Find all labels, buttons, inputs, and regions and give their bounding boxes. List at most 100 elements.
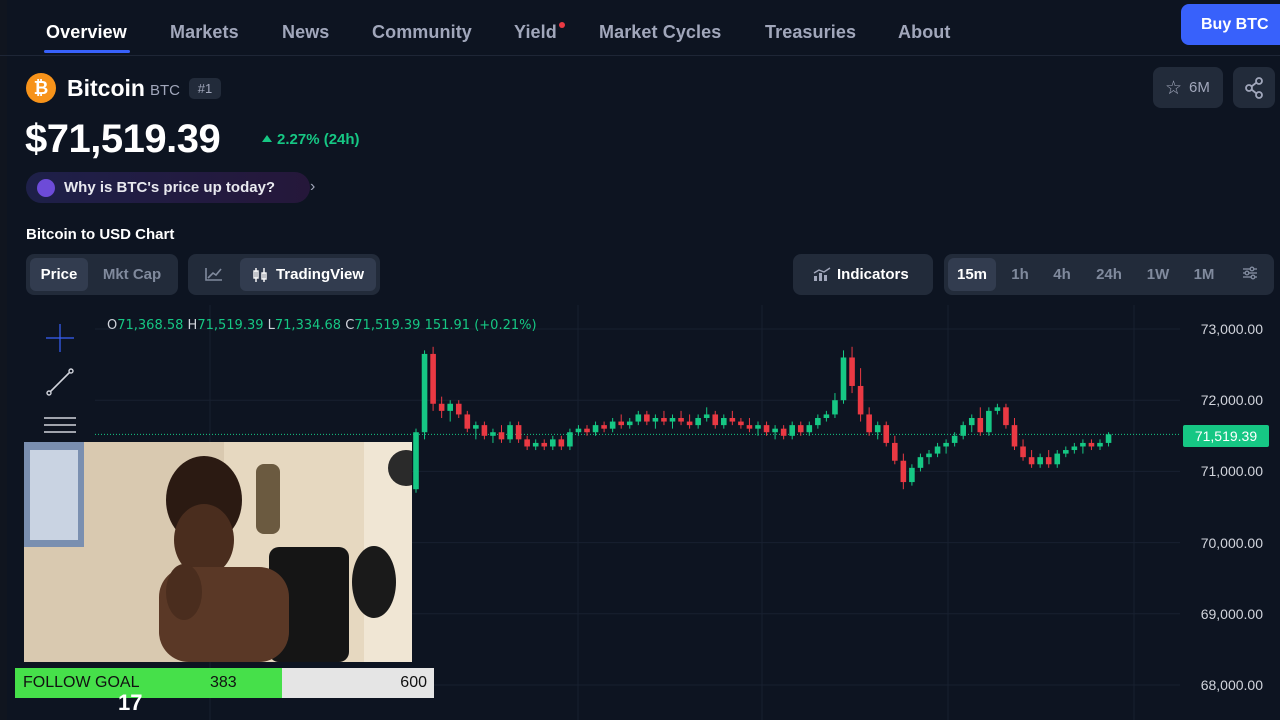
- candle-body: [601, 425, 607, 429]
- y-tick-label: 73,000.00: [1200, 321, 1263, 337]
- price-change-value: 2.27% (24h): [277, 131, 360, 148]
- timeframe-24h[interactable]: 24h: [1086, 258, 1132, 291]
- ohlc-low-label: L: [267, 318, 275, 333]
- candle-body: [1063, 450, 1069, 454]
- candlestick-icon: [253, 268, 267, 282]
- ohlc-low: 71,334.68: [274, 318, 342, 333]
- candle-body: [490, 432, 496, 436]
- active-tab-indicator: [44, 50, 130, 53]
- indicators-button[interactable]: Indicators: [793, 254, 933, 295]
- tab-mkt-cap[interactable]: Mkt Cap: [92, 258, 172, 291]
- candle-body: [1105, 434, 1112, 443]
- nav-about[interactable]: About: [898, 22, 950, 43]
- candle-body: [883, 425, 890, 443]
- candle-body: [857, 385, 864, 415]
- timeframe-1h[interactable]: 1h: [1000, 258, 1040, 291]
- candle-body: [849, 357, 855, 386]
- candle-body: [738, 421, 744, 426]
- horizontal-lines-tool-icon[interactable]: [44, 412, 76, 442]
- candle-body: [635, 414, 642, 422]
- tab-tradingview[interactable]: TradingView: [240, 258, 376, 291]
- candle-body: [900, 460, 907, 483]
- candle-body: [823, 414, 830, 418]
- candle-body: [1011, 425, 1018, 447]
- candle-body: [917, 457, 924, 468]
- candle-body: [780, 428, 787, 436]
- chart-title: Bitcoin to USD Chart: [26, 226, 175, 243]
- candle-body: [575, 428, 582, 433]
- watchlist-button[interactable]: ☆ 6M: [1153, 67, 1223, 108]
- nav-market-cycles[interactable]: Market Cycles: [599, 22, 721, 43]
- why-price-up-button[interactable]: Why is BTC's price up today? ›: [26, 172, 315, 203]
- candle-body: [874, 425, 881, 433]
- candle-body: [413, 432, 419, 490]
- candle-body: [550, 439, 556, 447]
- candle-body: [712, 414, 719, 426]
- ohlc-open-label: O: [107, 318, 118, 333]
- share-button[interactable]: [1233, 67, 1275, 108]
- candle-body: [977, 418, 984, 433]
- candle-body: [951, 435, 958, 443]
- nav-community[interactable]: Community: [372, 22, 472, 43]
- candle-body: [592, 425, 599, 433]
- candle-body: [532, 442, 539, 447]
- bitcoin-logo-icon: ₿: [26, 73, 56, 103]
- timeframe-15m[interactable]: 15m: [948, 258, 996, 291]
- chevron-right-icon: ›: [310, 178, 316, 195]
- candle-body: [1054, 453, 1061, 465]
- chart-settings-button[interactable]: [1230, 258, 1270, 291]
- up-arrow-icon: [262, 135, 272, 142]
- indicators-icon: [813, 267, 831, 281]
- candle-body: [661, 418, 667, 422]
- candle-body: [507, 425, 513, 440]
- candle-body: [430, 353, 436, 404]
- timeframe-4h[interactable]: 4h: [1042, 258, 1082, 291]
- indicators-label: Indicators: [837, 266, 909, 283]
- candle-body: [721, 418, 727, 426]
- trendline-tool-icon[interactable]: [44, 366, 76, 398]
- candle-body: [909, 467, 915, 483]
- candle-body: [840, 357, 847, 401]
- webcam-overlay: [24, 442, 412, 662]
- candle-body: [1097, 442, 1103, 447]
- timeframe-1m[interactable]: 1M: [1182, 258, 1226, 291]
- y-tick-label: 70,000.00: [1200, 535, 1263, 551]
- candle-body: [584, 428, 590, 433]
- ohlc-close: 71,519.39: [354, 318, 421, 333]
- timeframe-1w[interactable]: 1W: [1136, 258, 1180, 291]
- crosshair-tool-icon[interactable]: [44, 322, 76, 354]
- candle-body: [473, 425, 479, 429]
- ohlc-legend: O71,368.58 H71,519.39 L71,334.68 C71,519…: [107, 318, 537, 333]
- candle-body: [618, 421, 624, 426]
- candle-body: [567, 432, 573, 447]
- sliders-icon: [1243, 266, 1257, 280]
- webcam-image: [24, 442, 412, 662]
- candle-body: [421, 353, 428, 433]
- nav-news[interactable]: News: [282, 22, 329, 43]
- rank-badge: #1: [189, 78, 221, 99]
- line-chart-icon: [205, 268, 222, 281]
- y-tick-label: 72,000.00: [1200, 392, 1263, 408]
- candle-body: [669, 418, 676, 422]
- current-price: $71,519.39: [25, 117, 221, 161]
- y-tick-label: 69,000.00: [1200, 606, 1263, 622]
- timeframe-selector: 15m 1h 4h 24h 1W 1M: [944, 254, 1274, 295]
- share-icon: [1245, 77, 1263, 99]
- candle-body: [746, 425, 753, 429]
- candle-body: [755, 425, 761, 429]
- candle-body: [806, 425, 813, 433]
- nav-overview[interactable]: Overview: [46, 22, 127, 43]
- candle-body: [763, 425, 770, 433]
- nav-treasuries[interactable]: Treasuries: [765, 22, 856, 43]
- line-chart-button[interactable]: [192, 258, 236, 291]
- why-price-up-text: Why is BTC's price up today?: [64, 179, 276, 196]
- tradingview-logo: 17: [118, 690, 143, 715]
- candle-body: [832, 400, 838, 415]
- chart-type-toggle: Price Mkt Cap: [26, 254, 178, 295]
- buy-btc-button[interactable]: Buy BTC: [1181, 4, 1280, 45]
- candle-body: [695, 418, 701, 426]
- candle-body: [1088, 442, 1095, 447]
- nav-yield[interactable]: Yield: [514, 22, 557, 43]
- tab-price[interactable]: Price: [30, 258, 88, 291]
- nav-markets[interactable]: Markets: [170, 22, 239, 43]
